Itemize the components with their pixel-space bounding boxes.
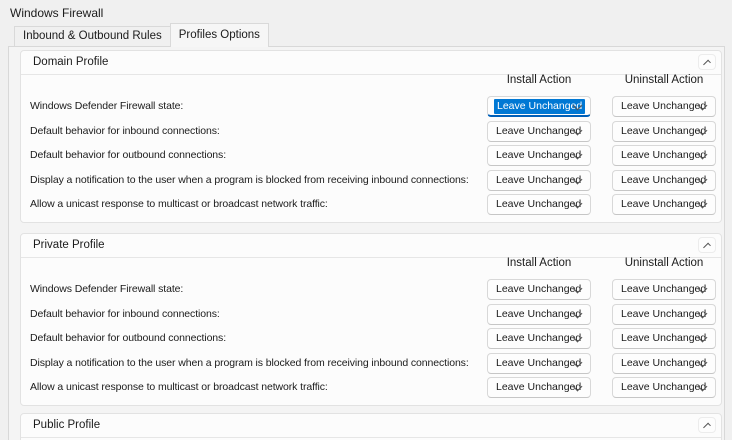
section-title: Private Profile — [33, 234, 105, 257]
combo-value: Leave Unchanged — [496, 172, 581, 189]
tab-profiles-options[interactable]: Profiles Options — [170, 23, 269, 47]
combo-value: Leave Unchanged — [496, 281, 581, 298]
combo-value: Leave Unchanged — [496, 196, 581, 213]
uninstall-action-select[interactable]: Leave Unchanged — [612, 304, 716, 325]
uninstall-action-select[interactable]: Leave Unchanged — [612, 194, 716, 215]
combo-value: Leave Unchanged — [621, 196, 706, 213]
setting-label: Default behavior for outbound connection… — [30, 328, 226, 349]
combo-value: Leave Unchanged — [496, 306, 581, 323]
setting-row: Display a notification to the user when … — [21, 170, 721, 191]
install-action-select[interactable]: Leave Unchanged — [487, 328, 591, 349]
setting-row: Allow a unicast response to multicast or… — [21, 194, 721, 215]
chevron-up-icon — [703, 243, 711, 251]
install-action-select[interactable]: Leave Unchanged — [487, 279, 591, 300]
uninstall-action-select[interactable]: Leave Unchanged — [612, 96, 716, 117]
combo-value: Leave Unchanged — [621, 355, 706, 372]
uninstall-action-select[interactable]: Leave Unchanged — [612, 121, 716, 142]
combo-value: Leave Unchanged — [494, 99, 585, 114]
install-action-select[interactable]: Leave Unchanged — [487, 377, 591, 398]
combo-value: Leave Unchanged — [621, 281, 706, 298]
setting-row: Allow a unicast response to multicast or… — [21, 377, 721, 398]
install-action-select[interactable]: Leave Unchanged — [487, 194, 591, 215]
chevron-up-icon — [703, 60, 711, 68]
combo-value: Leave Unchanged — [621, 379, 706, 396]
section-header-domain-profile[interactable]: Domain Profile — [21, 51, 721, 75]
combo-value: Leave Unchanged — [621, 123, 706, 140]
setting-label: Default behavior for inbound connections… — [30, 304, 220, 325]
setting-label: Default behavior for inbound connections… — [30, 121, 220, 142]
setting-row: Default behavior for inbound connections… — [21, 304, 721, 325]
setting-row: Default behavior for outbound connection… — [21, 328, 721, 349]
combo-value: Leave Unchanged — [621, 172, 706, 189]
collapse-toggle-button[interactable] — [698, 237, 716, 253]
combo-value: Leave Unchanged — [621, 98, 706, 115]
install-action-select[interactable]: Leave Unchanged — [487, 304, 591, 325]
setting-row: Default behavior for outbound connection… — [21, 145, 721, 166]
uninstall-action-select[interactable]: Leave Unchanged — [612, 328, 716, 349]
setting-label: Windows Defender Firewall state: — [30, 96, 183, 117]
install-action-select[interactable]: Leave Unchanged — [487, 121, 591, 142]
section-title: Public Profile — [33, 414, 100, 437]
section-public-profile: Public Profile — [20, 413, 722, 440]
uninstall-action-select[interactable]: Leave Unchanged — [612, 377, 716, 398]
setting-row: Windows Defender Firewall state: Leave Un… — [21, 279, 721, 300]
combo-value: Leave Unchanged — [496, 355, 581, 372]
combo-value: Leave Unchanged — [496, 147, 581, 164]
setting-row: Windows Defender Firewall state: Leave Un… — [21, 96, 721, 117]
install-action-select[interactable]: Leave Unchanged — [487, 170, 591, 191]
uninstall-action-column-header: Uninstall Action — [612, 257, 716, 271]
uninstall-action-select[interactable]: Leave Unchanged — [612, 170, 716, 191]
install-action-column-header: Install Action — [487, 257, 591, 271]
setting-label: Default behavior for outbound connection… — [30, 145, 226, 166]
tab-inbound-outbound-rules[interactable]: Inbound & Outbound Rules — [14, 26, 171, 46]
tab-bar: Inbound & Outbound RulesProfiles Options — [14, 23, 268, 47]
combo-value: Leave Unchanged — [621, 147, 706, 164]
setting-label: Allow a unicast response to multicast or… — [30, 377, 328, 398]
setting-label: Display a notification to the user when … — [30, 353, 469, 374]
setting-row: Default behavior for inbound connections… — [21, 121, 721, 142]
setting-label: Windows Defender Firewall state: — [30, 279, 183, 300]
install-action-column-header: Install Action — [487, 74, 591, 88]
uninstall-action-select[interactable]: Leave Unchanged — [612, 145, 716, 166]
collapse-toggle-button[interactable] — [698, 417, 716, 433]
combo-value: Leave Unchanged — [621, 330, 706, 347]
uninstall-action-column-header: Uninstall Action — [612, 74, 716, 88]
tab-content-panel: Domain Profile Install Action Uninstall Ac… — [8, 46, 725, 440]
combo-value: Leave Unchanged — [621, 306, 706, 323]
page-title: Windows Firewall — [10, 6, 103, 20]
setting-label: Display a notification to the user when … — [30, 170, 469, 191]
section-private-profile: Private Profile Install Action Uninstall A… — [20, 233, 722, 406]
section-header-private-profile[interactable]: Private Profile — [21, 234, 721, 258]
setting-label: Allow a unicast response to multicast or… — [30, 194, 328, 215]
windows-firewall-pane: Windows Firewall Inbound & Outbound Rule… — [0, 0, 732, 440]
install-action-select[interactable]: Leave Unchanged — [487, 145, 591, 166]
combo-value: Leave Unchanged — [496, 330, 581, 347]
chevron-up-icon — [703, 423, 711, 431]
combo-value: Leave Unchanged — [496, 379, 581, 396]
install-action-select[interactable]: Leave Unchanged — [487, 96, 591, 117]
setting-row: Display a notification to the user when … — [21, 353, 721, 374]
uninstall-action-select[interactable]: Leave Unchanged — [612, 279, 716, 300]
uninstall-action-select[interactable]: Leave Unchanged — [612, 353, 716, 374]
section-title: Domain Profile — [33, 51, 108, 74]
install-action-select[interactable]: Leave Unchanged — [487, 353, 591, 374]
combo-value: Leave Unchanged — [496, 123, 581, 140]
section-domain-profile: Domain Profile Install Action Uninstall Ac… — [20, 50, 722, 223]
section-header-public-profile[interactable]: Public Profile — [21, 414, 721, 438]
collapse-toggle-button[interactable] — [698, 54, 716, 70]
